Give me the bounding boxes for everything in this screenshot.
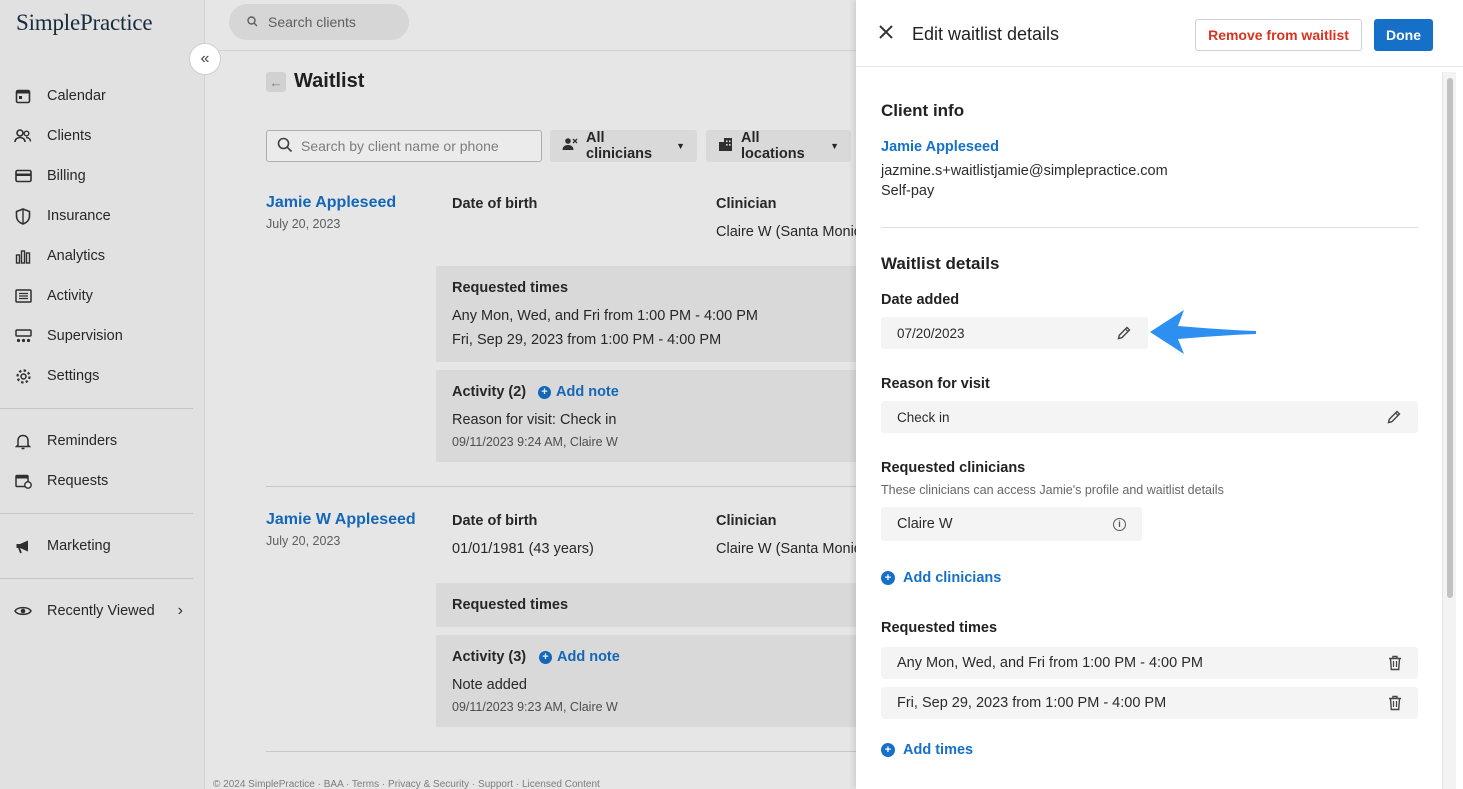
date-added-field[interactable]: 07/20/2023 [881,317,1148,349]
panel-header: Edit waitlist details Remove from waitli… [856,0,1463,67]
requested-time-row: Any Mon, Wed, and Fri from 1:00 PM - 4:0… [881,647,1418,679]
collapse-sidebar-button[interactable]: « [189,43,221,75]
reason-for-visit-field[interactable]: Check in [881,401,1418,433]
clinician-chip: Claire W i [881,507,1142,541]
waitlist-details-heading: Waitlist details [881,254,1000,273]
annotation-arrow-icon [1150,310,1256,354]
close-icon[interactable] [878,22,894,44]
client-info-heading: Client info [881,101,965,120]
date-added-value: 07/20/2023 [897,325,965,341]
requested-time-value: Fri, Sep 29, 2023 from 1:00 PM - 4:00 PM [897,695,1167,711]
section-divider [881,227,1418,228]
client-payment: Self-pay [881,183,935,199]
date-added-label: Date added [881,292,960,308]
edit-waitlist-panel: Edit waitlist details Remove from waitli… [856,0,1463,789]
trash-icon[interactable] [1388,695,1402,711]
client-email: jazmine.s+waitlistjamie@simplepractice.c… [881,163,1168,179]
requested-time-value: Any Mon, Wed, and Fri from 1:00 PM - 4:0… [897,655,1203,671]
add-clinicians-label: Add clinicians [903,570,1002,586]
panel-title: Edit waitlist details [912,24,1060,44]
modal-backdrop[interactable] [0,0,856,789]
scrollbar-thumb[interactable] [1447,78,1453,598]
clinician-chip-label: Claire W [897,516,953,532]
reason-for-visit-label: Reason for visit [881,376,990,392]
add-clinicians-button[interactable]: + Add clinicians [881,570,1001,586]
panel-scrollbar[interactable] [1442,72,1456,789]
info-icon[interactable]: i [1113,517,1126,531]
double-chevron-left-icon: « [200,50,210,67]
pencil-icon[interactable] [1386,409,1402,425]
plus-circle-icon: + [881,743,895,757]
add-times-button[interactable]: + Add times [881,742,973,758]
requested-clinicians-help: These clinicians can access Jamie's prof… [881,483,1224,497]
add-times-label: Add times [903,742,974,758]
client-name-link[interactable]: Jamie Appleseed [881,139,999,155]
reason-for-visit-value: Check in [897,409,950,425]
remove-from-waitlist-button[interactable]: Remove from waitlist [1195,19,1362,51]
plus-circle-icon: + [881,571,895,585]
requested-time-row: Fri, Sep 29, 2023 from 1:00 PM - 4:00 PM [881,687,1418,719]
trash-icon[interactable] [1388,655,1402,671]
done-button[interactable]: Done [1374,19,1433,51]
pencil-icon[interactable] [1116,325,1132,341]
requested-clinicians-label: Requested clinicians [881,460,1026,476]
requested-times-label: Requested times [881,620,998,636]
